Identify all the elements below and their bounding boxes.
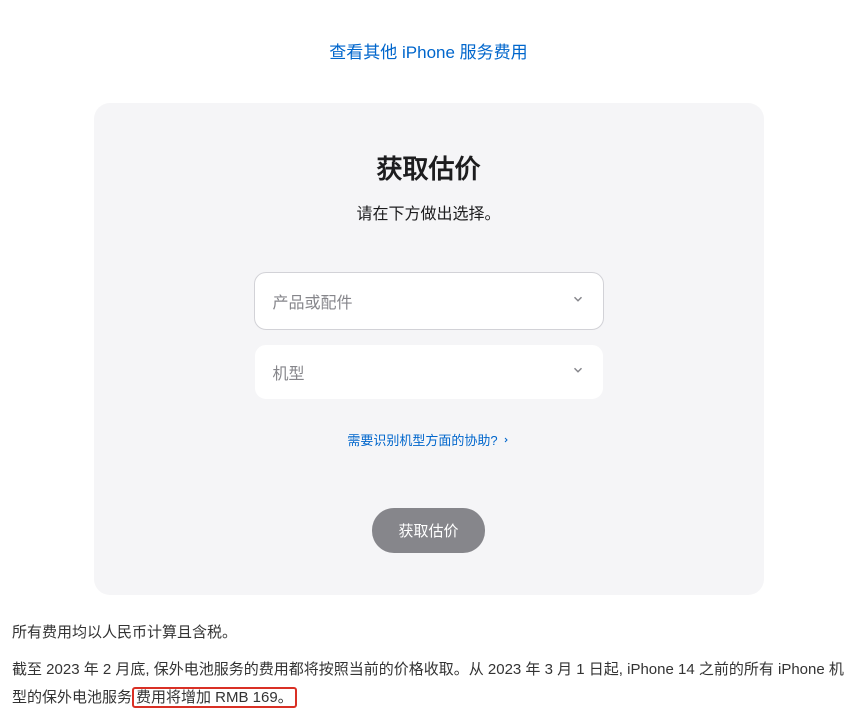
- product-select[interactable]: 产品或配件: [254, 272, 604, 330]
- footer-line-2: 截至 2023 年 2 月底, 保外电池服务的费用都将按照当前的价格收取。从 2…: [12, 656, 845, 713]
- other-service-fees-link[interactable]: 查看其他 iPhone 服务费用: [0, 0, 857, 63]
- price-increase-highlight: 费用将增加 RMB 169。: [132, 687, 297, 708]
- product-select-placeholder: 产品或配件: [273, 289, 353, 313]
- footer-notes: 所有费用均以人民币计算且含税。 截至 2023 年 2 月底, 保外电池服务的费…: [0, 595, 857, 713]
- model-select[interactable]: 机型: [254, 344, 604, 400]
- model-select-placeholder: 机型: [273, 360, 305, 384]
- get-estimate-button[interactable]: 获取估价: [372, 508, 484, 553]
- card-subtitle: 请在下方做出选择。: [124, 200, 734, 224]
- chevron-down-icon: [571, 292, 585, 311]
- identify-model-help-link[interactable]: 需要识别机型方面的协助?: [347, 430, 509, 449]
- estimate-card: 获取估价 请在下方做出选择。 产品或配件 机型 需要识别机型方面的协助? 获取估…: [94, 103, 764, 595]
- chevron-right-icon: [502, 432, 510, 447]
- card-title: 获取估价: [124, 149, 734, 186]
- help-link-text: 需要识别机型方面的协助?: [347, 430, 497, 449]
- chevron-down-icon: [571, 363, 585, 382]
- footer-line-1: 所有费用均以人民币计算且含税。: [12, 619, 845, 648]
